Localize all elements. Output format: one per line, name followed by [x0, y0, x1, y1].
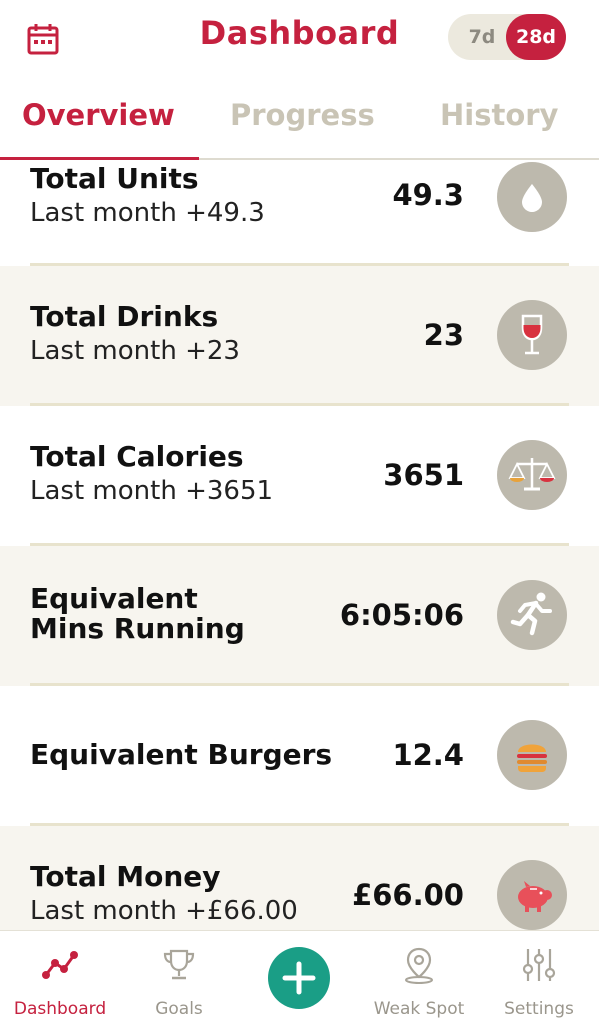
burger-icon	[517, 744, 547, 772]
scales-icon	[508, 458, 556, 491]
tab-progress[interactable]: Progress	[230, 98, 375, 132]
stat-label: Equivalent Burgers	[30, 738, 333, 771]
piggy-bank-icon	[518, 881, 552, 912]
chart-line-icon	[42, 951, 78, 979]
map-pin-icon	[405, 947, 433, 984]
stat-badge	[497, 580, 567, 650]
stat-row-total-units[interactable]: Total Units Last month +49.3 49.3	[0, 162, 599, 266]
nav-weak-spot[interactable]: Weak Spot	[359, 931, 479, 1024]
nav-dashboard[interactable]: Dashboard	[0, 931, 120, 1024]
range-7d-button[interactable]: 7d	[456, 14, 508, 60]
stat-value: 3651	[383, 458, 464, 492]
range-28d-button[interactable]: 28d	[506, 14, 566, 60]
stat-row-total-drinks[interactable]: Total Drinks Last month +23 23	[0, 266, 599, 406]
tab-history[interactable]: History	[440, 98, 558, 132]
active-tab-indicator	[0, 157, 199, 160]
stat-row-burgers[interactable]: Equivalent Burgers 12.4	[0, 686, 599, 826]
stat-row-mins-running[interactable]: Equivalent Mins Running 6:05:06	[0, 546, 599, 686]
stat-row-total-calories[interactable]: Total Calories Last month +3651 3651	[0, 406, 599, 546]
stat-value: 6:05:06	[339, 598, 464, 632]
nav-settings[interactable]: Settings	[479, 931, 599, 1024]
stat-badge	[497, 440, 567, 510]
add-drink-button[interactable]	[268, 947, 330, 1009]
stats-list[interactable]: Total Units Last month +49.3 49.3 Total …	[0, 162, 599, 930]
stat-label: Total Units	[30, 162, 199, 195]
water-drop-icon	[522, 184, 542, 212]
stat-badge	[497, 162, 567, 232]
tab-overview[interactable]: Overview	[22, 98, 175, 132]
wine-glass-icon	[521, 314, 543, 355]
tab-bar: Overview Progress History	[0, 80, 599, 160]
bottom-nav: Dashboard Goals Weak Spot Settings	[0, 930, 599, 1024]
stat-sub: Last month +£66.00	[30, 896, 298, 926]
runner-icon	[510, 592, 552, 636]
nav-goals[interactable]: Goals	[119, 931, 239, 1024]
stat-value: 12.4	[392, 738, 464, 772]
sliders-icon	[522, 949, 556, 981]
stat-sub: Last month +3651	[30, 476, 274, 506]
stat-badge	[497, 300, 567, 370]
range-toggle: 7d 28d	[448, 14, 566, 60]
stat-row-total-money[interactable]: Total Money Last month +£66.00 £66.00	[0, 826, 599, 930]
stat-label: Total Calories	[30, 440, 244, 473]
plus-icon	[282, 961, 316, 995]
stat-label-line2: Mins Running	[30, 612, 245, 645]
stat-value: £66.00	[352, 878, 464, 912]
stat-sub: Last month +23	[30, 336, 240, 366]
nav-label: Goals	[155, 999, 203, 1019]
stat-label-line1: Equivalent	[30, 582, 198, 615]
app-header: Dashboard 7d 28d	[0, 0, 599, 80]
stat-value: 49.3	[392, 178, 464, 212]
stat-label: Total Money	[30, 860, 221, 893]
stat-value: 23	[423, 318, 464, 352]
nav-label: Weak Spot	[373, 999, 465, 1019]
stat-badge	[497, 720, 567, 790]
nav-label: Settings	[504, 999, 574, 1019]
nav-label: Dashboard	[13, 999, 107, 1019]
stat-label: Total Drinks	[30, 300, 219, 333]
trophy-icon	[163, 949, 195, 980]
stat-badge	[497, 860, 567, 930]
stat-sub: Last month +49.3	[30, 198, 265, 228]
